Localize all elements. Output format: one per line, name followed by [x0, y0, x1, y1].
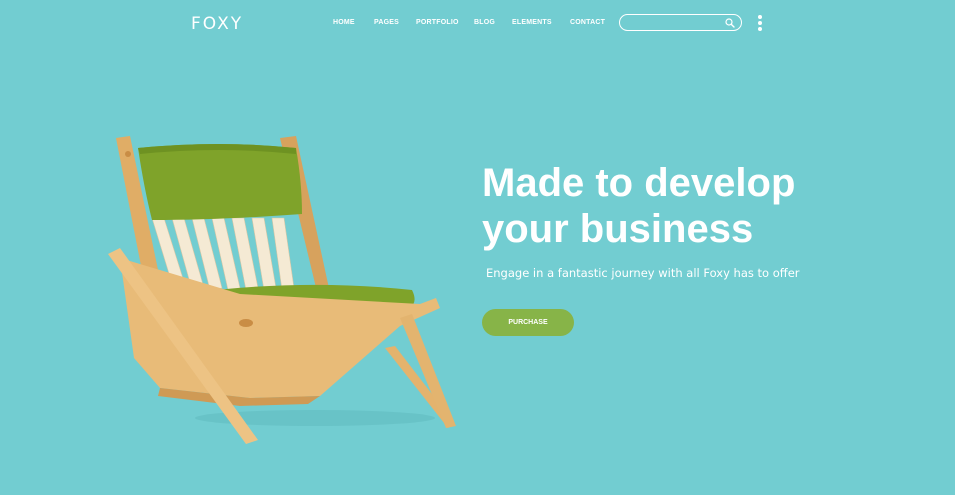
hero-subtitle: Engage in a fantastic journey with all F…: [486, 266, 800, 280]
search-input[interactable]: [628, 16, 724, 29]
chair-image: [108, 136, 456, 444]
menu-dot: [758, 21, 762, 25]
nav-item-contact[interactable]: CONTACT: [570, 19, 605, 26]
chair-back-cushion: [138, 144, 302, 220]
search-box: [619, 14, 742, 31]
hero-title-line1: Made to develop: [482, 161, 796, 205]
nav-item-pages[interactable]: PAGES: [374, 19, 399, 26]
main-nav: HOME PAGES PORTFOLIO BLOG ELEMENTS CONTA…: [0, 19, 955, 31]
menu-dot: [758, 15, 762, 19]
purchase-button[interactable]: PURCHASE: [482, 309, 574, 336]
menu-dot: [758, 27, 762, 31]
search-icon[interactable]: [725, 18, 735, 28]
nav-item-home[interactable]: HOME: [333, 19, 355, 26]
nav-item-portfolio[interactable]: PORTFOLIO: [416, 19, 459, 26]
nav-item-elements[interactable]: ELEMENTS: [512, 19, 552, 26]
hero-title-line2: your business: [482, 207, 754, 251]
chair-panel-hole: [239, 319, 253, 327]
frame-bolt: [125, 151, 131, 157]
vertical-dots-menu-icon[interactable]: [757, 15, 763, 32]
nav-item-blog[interactable]: BLOG: [474, 19, 495, 26]
hero-title: Made to develop your business: [482, 160, 902, 252]
